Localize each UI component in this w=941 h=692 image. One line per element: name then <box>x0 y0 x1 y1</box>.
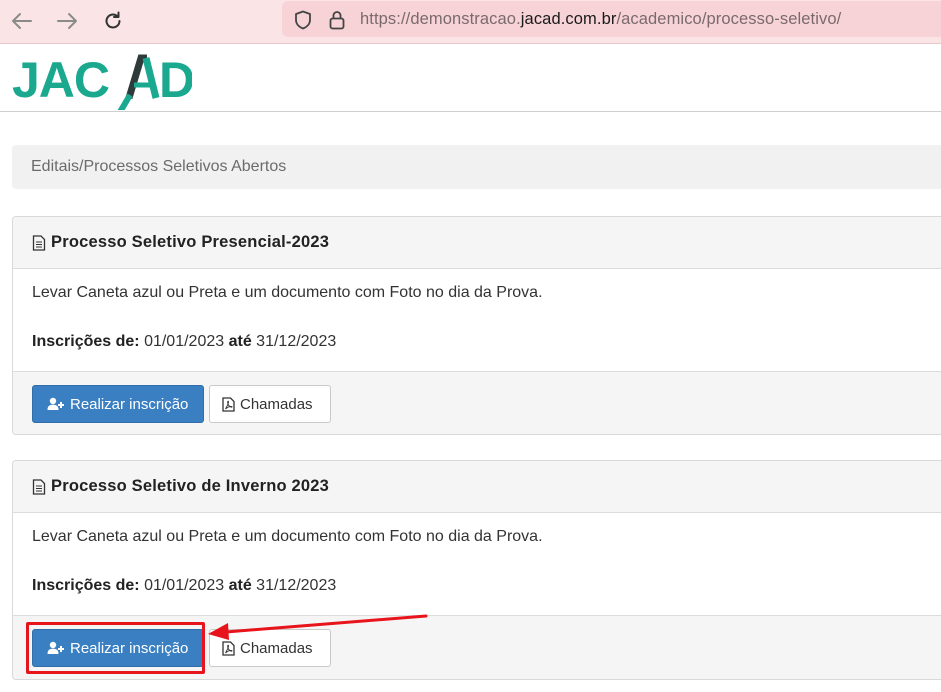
annotation-arrow-icon <box>208 614 428 640</box>
shield-icon[interactable] <box>294 10 312 35</box>
add-user-icon <box>47 397 64 410</box>
process-description: Levar Caneta azul ou Preta e um document… <box>32 284 543 301</box>
calls-button[interactable]: Chamadas <box>209 385 331 423</box>
panel-footer: Realizar inscrição Chamadas <box>13 371 941 434</box>
site-header: JAC D <box>0 44 941 112</box>
breadcrumb: Editais/Processos Seletivos Abertos <box>12 145 941 189</box>
registration-dates: Inscrições de: 01/01/2023 até 31/12/2023 <box>32 333 337 350</box>
document-icon <box>32 234 46 251</box>
back-arrow-icon[interactable] <box>8 7 36 35</box>
forward-arrow-icon[interactable] <box>53 7 81 35</box>
process-description: Levar Caneta azul ou Preta e um document… <box>32 528 543 545</box>
annotation-highlight-box <box>26 622 205 674</box>
register-button[interactable]: Realizar inscrição <box>32 385 204 423</box>
document-icon <box>32 478 46 495</box>
process-panel: Processo Seletivo Presencial-2023 Levar … <box>12 216 941 435</box>
browser-toolbar: https://demonstracao.jacad.com.br/academ… <box>0 0 941 44</box>
address-bar[interactable]: https://demonstracao.jacad.com.br/academ… <box>282 1 941 37</box>
breadcrumb-text: Editais/Processos Seletivos Abertos <box>31 158 287 175</box>
reload-icon[interactable] <box>99 7 127 35</box>
panel-body: Levar Caneta azul ou Preta e um document… <box>13 513 941 615</box>
svg-text:D: D <box>159 52 192 108</box>
pdf-file-icon <box>222 396 235 412</box>
svg-text:JAC: JAC <box>12 52 109 108</box>
jacad-logo[interactable]: JAC D <box>12 50 192 110</box>
panel-heading: Processo Seletivo de Inverno 2023 <box>13 461 941 513</box>
process-title: Processo Seletivo de Inverno 2023 <box>51 477 330 495</box>
panel-heading: Processo Seletivo Presencial-2023 <box>13 217 941 269</box>
url-text[interactable]: https://demonstracao.jacad.com.br/academ… <box>360 10 841 29</box>
registration-dates: Inscrições de: 01/01/2023 até 31/12/2023 <box>32 577 337 594</box>
process-title: Processo Seletivo Presencial-2023 <box>51 233 330 251</box>
panel-body: Levar Caneta azul ou Preta e um document… <box>13 269 941 371</box>
lock-icon[interactable] <box>328 10 346 35</box>
